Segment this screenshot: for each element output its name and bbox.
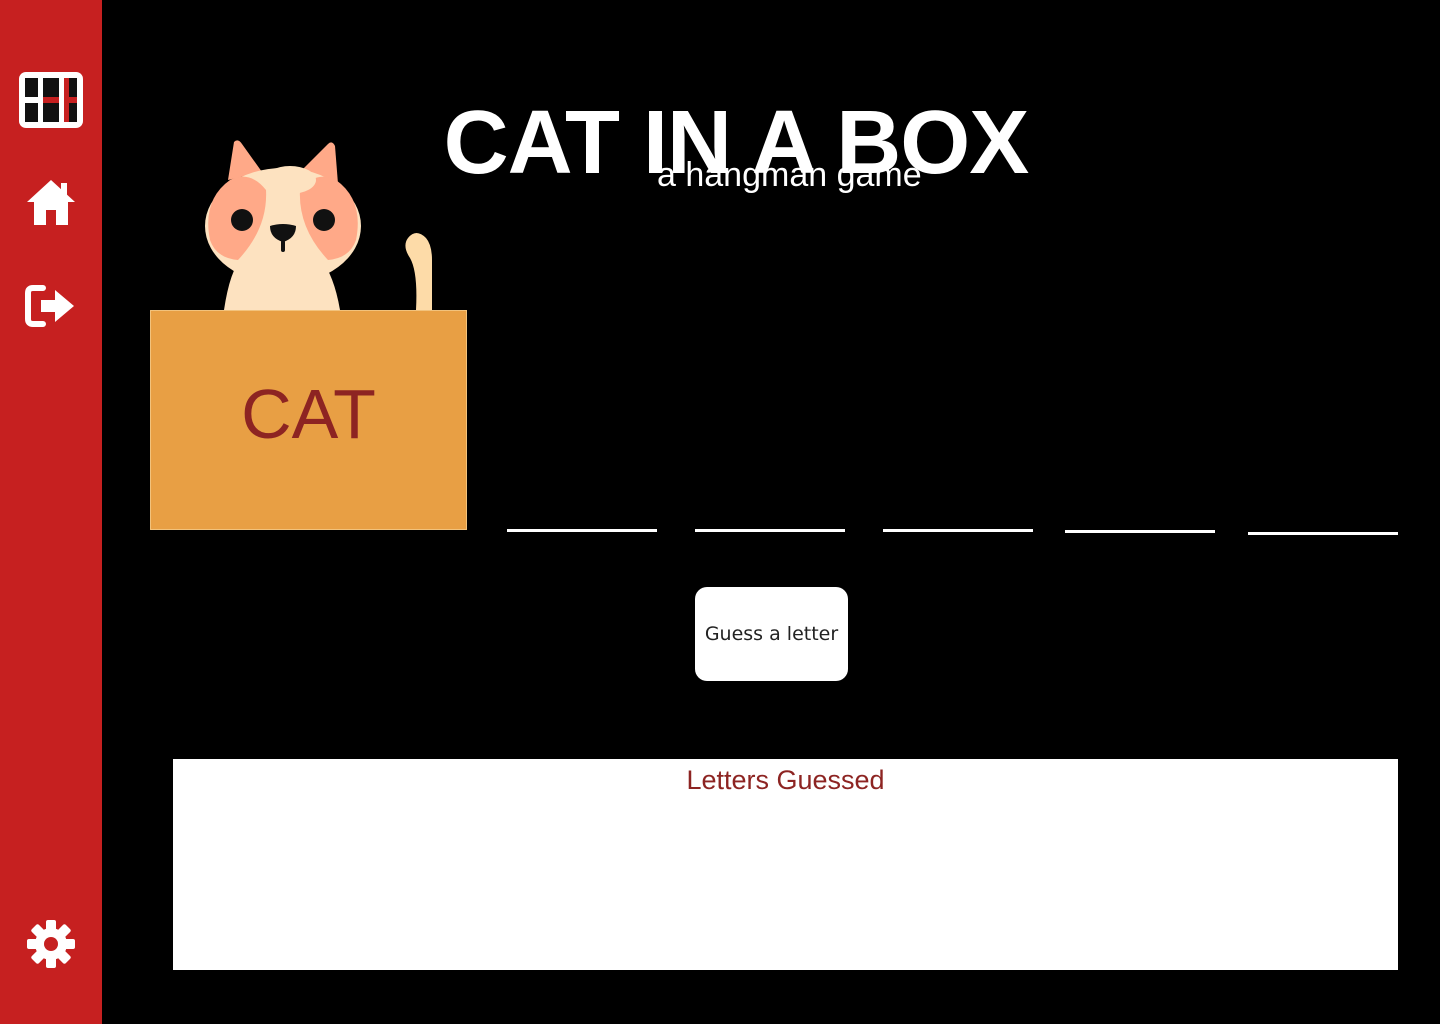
guess-letter-button[interactable]: Guess a letter	[695, 587, 848, 681]
game-subtitle: a hangman game	[657, 156, 922, 194]
letters-guessed-title: Letters Guessed	[686, 765, 885, 795]
game-area: CAT IN A BOX a hangman game CAT Guess a …	[102, 0, 1440, 1024]
gear-icon[interactable]	[16, 912, 86, 976]
cat-illustration	[205, 140, 432, 310]
sign-out-icon[interactable]	[16, 274, 86, 338]
sidebar	[0, 0, 102, 1024]
grid-logo-icon[interactable]	[16, 68, 86, 132]
box-label: CAT	[241, 375, 376, 453]
letter-blank-1	[507, 529, 657, 532]
home-icon[interactable]	[16, 170, 86, 234]
letter-blank-2	[695, 529, 845, 532]
cat-box: CAT	[150, 310, 467, 530]
letters-guessed-panel: Letters Guessed	[173, 759, 1398, 970]
letter-blank-5	[1248, 532, 1398, 535]
letter-blank-4	[1065, 530, 1215, 533]
letter-blank-3	[883, 529, 1033, 532]
